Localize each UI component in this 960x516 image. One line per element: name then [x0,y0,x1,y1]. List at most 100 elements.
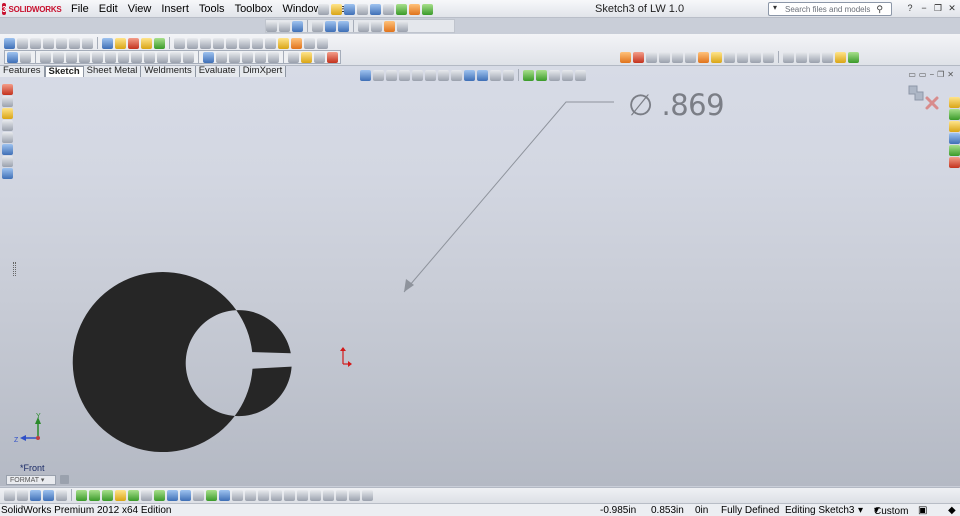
menu-insert[interactable]: Insert [156,2,194,16]
bottom-btn-16[interactable] [206,489,217,501]
bottom-btn-9[interactable] [115,489,126,501]
convert-entities-icon[interactable] [216,51,227,63]
search-icon[interactable]: ⚲ [876,4,883,15]
search-input[interactable]: ▾ Search files and models ⚲ [768,2,892,16]
linear-pattern-icon[interactable] [255,51,266,63]
bottom-btn-5[interactable] [56,489,67,501]
section-view-icon[interactable] [312,20,323,32]
help-icon[interactable]: ? [904,2,916,14]
bottom-btn-1[interactable] [4,489,15,501]
linear-pattern-feature-icon[interactable] [796,51,807,63]
bottom-btn-22[interactable] [284,489,295,501]
toolbar-btn-1[interactable] [4,37,15,49]
help-status-icon[interactable]: ◆ [948,505,956,516]
instant3d-icon[interactable] [783,51,794,63]
move-entities-icon[interactable] [268,51,279,63]
fillet-icon[interactable] [144,51,155,63]
sweep-icon[interactable] [646,51,657,63]
menu-toolbox[interactable]: Toolbox [230,2,278,16]
menu-edit[interactable]: Edit [94,2,123,16]
undo-icon[interactable] [370,3,381,15]
toolbar-btn-2[interactable] [17,37,28,49]
toolbar-btn-9[interactable] [115,37,126,49]
bottom-btn-27[interactable] [349,489,360,501]
view-settings-icon[interactable] [397,20,408,32]
previous-view-icon[interactable] [292,20,303,32]
polygon-icon[interactable] [105,51,116,63]
fillet-feature-icon[interactable] [672,51,683,63]
bottom-btn-23[interactable] [297,489,308,501]
slot-icon[interactable] [66,51,77,63]
line-icon[interactable] [40,51,51,63]
hide-show-items-icon[interactable] [358,20,369,32]
bottom-btn-14[interactable] [180,489,191,501]
split-icon[interactable] [822,51,833,63]
minimize-icon[interactable]: − [918,2,930,14]
bottom-btn-25[interactable] [323,489,334,501]
bottom-btn-19[interactable] [245,489,256,501]
toolbar-btn-20[interactable] [265,37,276,49]
quick-tips-icon[interactable]: ▣ [918,505,927,516]
sketch-icon[interactable] [7,51,18,63]
select-pointer-icon[interactable] [383,3,394,15]
toolbar-btn-21[interactable] [278,37,289,49]
view-orientation-icon[interactable] [325,20,336,32]
bottom-btn-21[interactable] [271,489,282,501]
toolbar-btn-22[interactable] [291,37,302,49]
toolbar-btn-7[interactable] [82,37,93,49]
revolve-icon[interactable] [633,51,644,63]
shell-icon[interactable] [711,51,722,63]
text-icon[interactable] [170,51,181,63]
bottom-btn-4[interactable] [43,489,54,501]
bottom-btn-8[interactable] [102,489,113,501]
bottom-btn-20[interactable] [258,489,269,501]
ellipse-icon[interactable] [131,51,142,63]
menu-view[interactable]: View [123,2,157,16]
solidworks-logo[interactable]: 3 SOLIDWORKS [2,2,62,16]
toolbar-btn-23[interactable] [304,37,315,49]
rapid-sketch-icon[interactable] [327,51,338,63]
format-dropdown[interactable]: FORMAT ▾ [6,475,56,485]
washer-sketch-profile[interactable] [72,272,292,453]
toolbar-btn-12[interactable] [154,37,165,49]
mirror-entities-icon[interactable] [242,51,253,63]
arc-icon[interactable] [92,51,103,63]
toolbar-btn-24[interactable] [317,37,328,49]
rib-icon[interactable] [698,51,709,63]
toolbar-btn-11[interactable] [141,37,152,49]
extrude-icon[interactable] [620,51,631,63]
loft-icon[interactable] [659,51,670,63]
zoom-to-fit-icon[interactable] [266,20,277,32]
plane-icon[interactable] [157,51,168,63]
format-options-icon[interactable] [60,475,69,484]
toolbar-btn-10[interactable] [128,37,139,49]
bottom-btn-28[interactable] [362,489,373,501]
exit-sketch-icon[interactable] [835,51,846,63]
bottom-btn-7[interactable] [89,489,100,501]
point-icon[interactable] [183,51,194,63]
bottom-btn-3[interactable] [30,489,41,501]
toolbar-btn-14[interactable] [187,37,198,49]
offset-entities-icon[interactable] [229,51,240,63]
menu-file[interactable]: File [66,2,94,16]
circle-icon[interactable] [79,51,90,63]
hole-wizard-icon[interactable] [737,51,748,63]
toolbar-btn-16[interactable] [213,37,224,49]
open-folder-icon[interactable] [331,3,342,15]
toolbar-btn-6[interactable] [69,37,80,49]
toolbar-btn-13[interactable] [174,37,185,49]
diameter-dimension[interactable]: ∅ .869 [628,88,725,122]
chamfer-icon[interactable] [685,51,696,63]
toolbar-btn-18[interactable] [239,37,250,49]
new-document-icon[interactable] [318,3,329,15]
menu-tools[interactable]: Tools [194,2,230,16]
bottom-btn-17[interactable] [219,489,230,501]
edit-appearance-icon[interactable] [371,20,382,32]
bottom-btn-24[interactable] [310,489,321,501]
toolbar-btn-15[interactable] [200,37,211,49]
toolbar-btn-8[interactable] [102,37,113,49]
mirror-feature-icon[interactable] [809,51,820,63]
sketch-canvas[interactable]: Y Z [0,66,960,486]
reference-geometry-icon[interactable] [750,51,761,63]
display-style-icon[interactable] [338,20,349,32]
